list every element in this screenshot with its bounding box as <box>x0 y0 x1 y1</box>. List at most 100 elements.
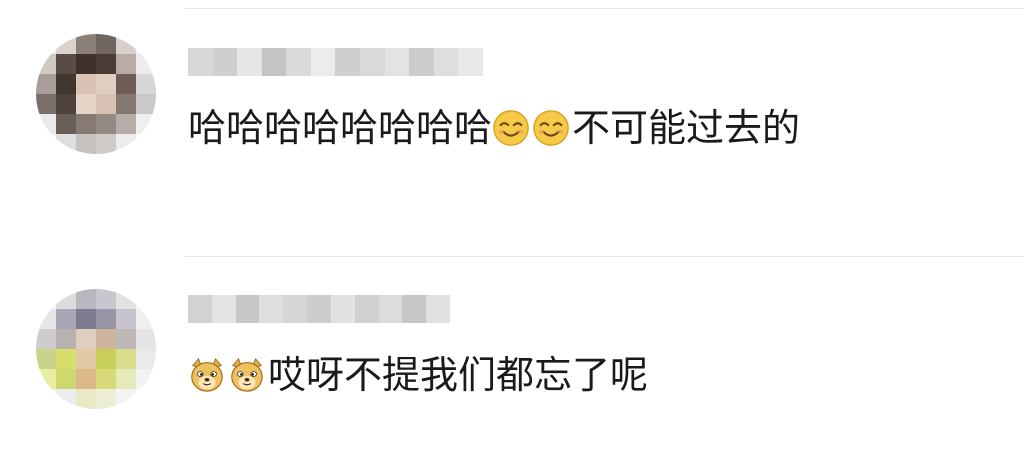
avatar-pixel <box>136 74 156 94</box>
avatar-pixel <box>116 349 136 369</box>
avatar-pixel <box>76 134 96 154</box>
divider <box>185 256 1024 257</box>
avatar-pixel <box>36 389 56 409</box>
username-pixel <box>286 48 311 76</box>
avatar-pixel <box>116 329 136 349</box>
avatar-pixel <box>56 114 76 134</box>
avatar-pixel <box>36 309 56 329</box>
avatar-pixel <box>76 114 96 134</box>
avatar-pixel <box>96 34 116 54</box>
avatar-pixel <box>116 309 136 329</box>
avatar-pixel <box>56 289 76 309</box>
doge-emoji-icon <box>228 356 266 394</box>
avatar-pixel <box>96 289 116 309</box>
avatar-pixel <box>136 54 156 74</box>
username-redacted[interactable] <box>188 295 450 323</box>
avatar[interactable] <box>36 34 156 154</box>
avatar-pixel <box>76 349 96 369</box>
avatar-pixel <box>136 34 156 54</box>
avatar-pixel <box>76 309 96 329</box>
username-pixel <box>235 295 260 323</box>
avatar-pixel <box>116 389 136 409</box>
avatar-pixel <box>116 369 136 389</box>
avatar-pixel <box>36 114 56 134</box>
divider <box>185 8 1024 9</box>
username-pixel <box>335 48 361 76</box>
username-pixel <box>307 295 331 323</box>
avatar-pixel <box>96 309 116 329</box>
username-pixel <box>188 295 212 323</box>
username-pixel <box>378 295 403 323</box>
avatar-pixel <box>96 369 116 389</box>
username-pixel <box>360 48 385 76</box>
avatar-pixel <box>76 74 96 94</box>
avatar-pixel <box>56 34 76 54</box>
avatar-pixel <box>136 114 156 134</box>
avatar-pixel <box>36 34 56 54</box>
avatar-pixel <box>96 389 116 409</box>
smiling-emoji-icon <box>532 109 570 147</box>
avatar-pixel <box>116 114 136 134</box>
comment-text-after: 不可能过去的 <box>572 106 801 150</box>
comment-text-before: 哈哈哈哈哈哈哈哈 <box>188 106 493 150</box>
avatar-pixel <box>56 54 76 74</box>
avatar-pixel <box>76 329 96 349</box>
avatar-pixel <box>56 329 76 349</box>
avatar-pixel <box>56 74 76 94</box>
avatar-pixel <box>76 389 96 409</box>
avatar-pixel <box>76 369 96 389</box>
username-pixel <box>212 48 238 76</box>
avatar-pixel <box>96 54 116 74</box>
avatar-pixel <box>76 289 96 309</box>
avatar-pixel <box>96 349 116 369</box>
avatar-pixel <box>136 289 156 309</box>
comment-text: 哈哈哈哈哈哈哈哈 不可能过去的 <box>188 104 800 152</box>
username-pixel <box>402 295 427 323</box>
avatar-pixel <box>116 34 136 54</box>
avatar-pixel <box>136 309 156 329</box>
avatar-pixel <box>36 74 56 94</box>
avatar-pixel <box>116 134 136 154</box>
username-pixel <box>211 295 236 323</box>
avatar-pixel <box>56 349 76 369</box>
avatar-pixel <box>136 329 156 349</box>
comment-list: 哈哈哈哈哈哈哈哈 不可能过去的 哎呀不提我们都忘了呢 <box>0 0 1024 462</box>
avatar-pixel <box>116 74 136 94</box>
avatar-pixel <box>36 289 56 309</box>
avatar-pixel <box>116 289 136 309</box>
username-pixel <box>310 48 336 76</box>
comment-text-after: 哎呀不提我们都忘了呢 <box>268 353 649 397</box>
username-redacted[interactable] <box>188 48 483 76</box>
avatar-pixel <box>36 54 56 74</box>
smiling-emoji-icon <box>492 109 530 147</box>
username-pixel <box>426 295 450 323</box>
avatar-pixel <box>56 369 76 389</box>
avatar-pixel <box>136 94 156 114</box>
username-pixel <box>384 48 410 76</box>
avatar-pixel <box>136 134 156 154</box>
username-pixel <box>354 295 379 323</box>
username-pixel <box>188 48 213 76</box>
username-pixel <box>259 295 284 323</box>
avatar-pixel <box>116 94 136 114</box>
username-pixel <box>330 295 355 323</box>
username-pixel <box>458 48 483 76</box>
avatar-pixel <box>96 94 116 114</box>
username-pixel <box>283 295 308 323</box>
avatar-pixel <box>36 329 56 349</box>
avatar-pixel <box>96 74 116 94</box>
avatar[interactable] <box>36 289 156 409</box>
username-pixel <box>261 48 287 76</box>
comment-text: 哎呀不提我们都忘了呢 <box>188 351 648 399</box>
username-pixel <box>433 48 459 76</box>
avatar-pixel <box>36 369 56 389</box>
avatar-pixel <box>76 54 96 74</box>
avatar-pixel <box>36 134 56 154</box>
avatar-pixel <box>136 369 156 389</box>
avatar-pixel <box>136 389 156 409</box>
avatar-pixel <box>96 114 116 134</box>
avatar-pixel <box>76 34 96 54</box>
username-pixel <box>237 48 262 76</box>
avatar-pixel <box>36 94 56 114</box>
avatar-pixel <box>116 54 136 74</box>
